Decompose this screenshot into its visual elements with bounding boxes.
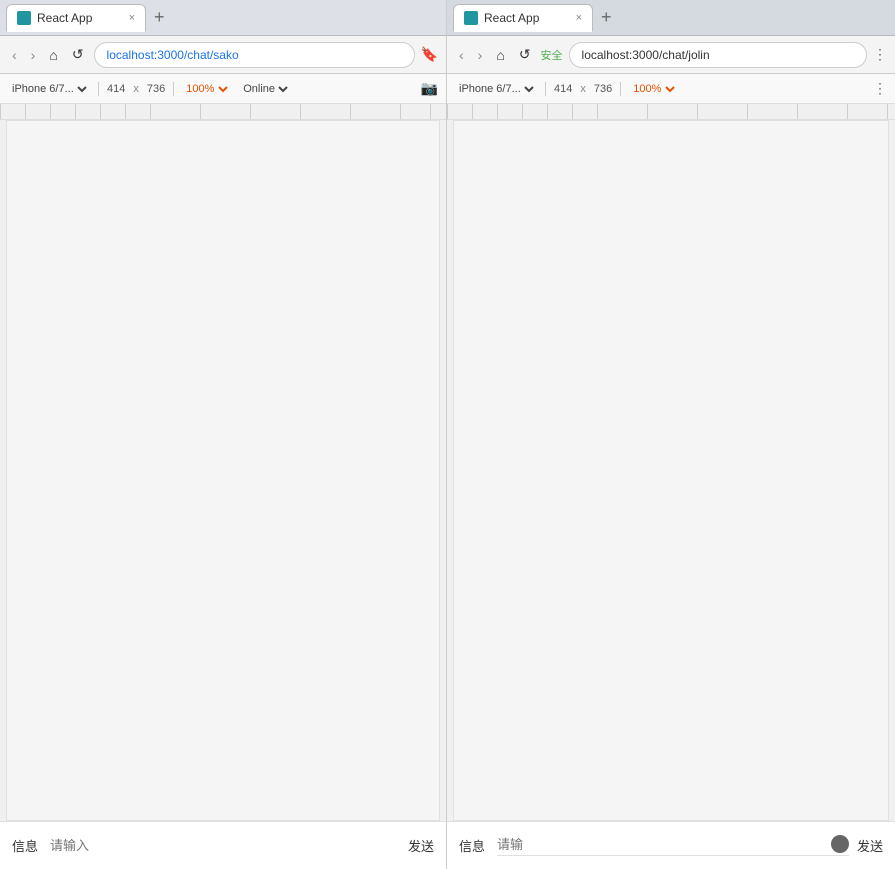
back-button-right[interactable]: ‹: [455, 45, 468, 65]
back-button-left[interactable]: ‹: [8, 45, 21, 65]
device-x-right: x: [580, 83, 586, 95]
add-tab-left[interactable]: +: [150, 7, 169, 28]
device-toolbar-right: iPhone 6/7... 414 x 736 100% ⋮: [447, 74, 895, 104]
forward-button-right[interactable]: ›: [474, 45, 487, 65]
viewport-right: [453, 120, 889, 821]
device-width-left: 414: [107, 83, 125, 95]
divider-left: [98, 82, 99, 96]
tab-title-left: React App: [37, 11, 123, 25]
online-select-left[interactable]: Online: [239, 82, 291, 96]
capture-icon-left[interactable]: 📷: [421, 80, 438, 97]
viewport-left: [6, 120, 440, 821]
home-button-left[interactable]: ⌂: [45, 45, 61, 65]
reload-button-left[interactable]: ↺: [68, 44, 88, 65]
chat-bottom-left: 信息 发送: [0, 821, 446, 869]
bookmark-icon-left[interactable]: 🔖: [421, 46, 438, 63]
address-bar-right: ‹ › ⌂ ↺ 安全 ⋮: [447, 36, 895, 74]
divider2-left: [173, 82, 174, 96]
chat-label-right: 信息: [459, 836, 489, 855]
divider2-right: [620, 82, 621, 96]
ruler-left: [0, 104, 446, 120]
zoom-select-right[interactable]: 100%: [629, 82, 678, 96]
chat-send-right[interactable]: 发送: [857, 836, 883, 855]
more-button-right[interactable]: ⋮: [873, 46, 887, 63]
tab-left[interactable]: React App ×: [6, 4, 146, 32]
device-select-right[interactable]: iPhone 6/7...: [455, 82, 537, 96]
url-input-left[interactable]: [94, 42, 415, 68]
tab-close-right[interactable]: ×: [576, 12, 582, 24]
device-height-left: 736: [147, 83, 165, 95]
chat-bottom-right: 信息 发送: [447, 821, 895, 869]
tab-bar-right: React App × +: [447, 0, 895, 36]
url-input-right[interactable]: [569, 42, 867, 68]
emoji-icon-right[interactable]: [831, 835, 849, 853]
chat-send-left[interactable]: 发送: [408, 836, 434, 855]
device-height-right: 736: [594, 83, 612, 95]
browser-right: React App × + ‹ › ⌂ ↺ 安全 ⋮ iPhone 6/7...…: [447, 0, 895, 869]
reload-button-right[interactable]: ↺: [515, 44, 535, 65]
more-icon-right[interactable]: ⋮: [873, 80, 887, 97]
chat-input-left[interactable]: [50, 838, 400, 853]
device-toolbar-left: iPhone 6/7... 414 x 736 100% Online 📷: [0, 74, 446, 104]
zoom-select-left[interactable]: 100%: [182, 82, 231, 96]
forward-button-left[interactable]: ›: [27, 45, 40, 65]
tab-close-left[interactable]: ×: [129, 12, 135, 24]
security-badge-right: 安全: [541, 47, 563, 63]
tab-favicon-right: [464, 11, 478, 25]
tab-title-right: React App: [484, 11, 570, 25]
tab-favicon-left: [17, 11, 31, 25]
chat-input-wrapper-right: [497, 835, 849, 856]
add-tab-right[interactable]: +: [597, 7, 616, 28]
browser-left: React App × + ‹ › ⌂ ↺ 🔖 iPhone 6/7... 41…: [0, 0, 447, 869]
chat-input-right[interactable]: [497, 837, 829, 852]
chat-label-left: 信息: [12, 836, 42, 855]
home-button-right[interactable]: ⌂: [492, 45, 508, 65]
ruler-right: [447, 104, 895, 120]
address-bar-left: ‹ › ⌂ ↺ 🔖: [0, 36, 446, 74]
device-select-left[interactable]: iPhone 6/7...: [8, 82, 90, 96]
divider-right: [545, 82, 546, 96]
device-x-left: x: [133, 83, 139, 95]
tab-right[interactable]: React App ×: [453, 4, 593, 32]
device-width-right: 414: [554, 83, 572, 95]
tab-bar-left: React App × +: [0, 0, 446, 36]
